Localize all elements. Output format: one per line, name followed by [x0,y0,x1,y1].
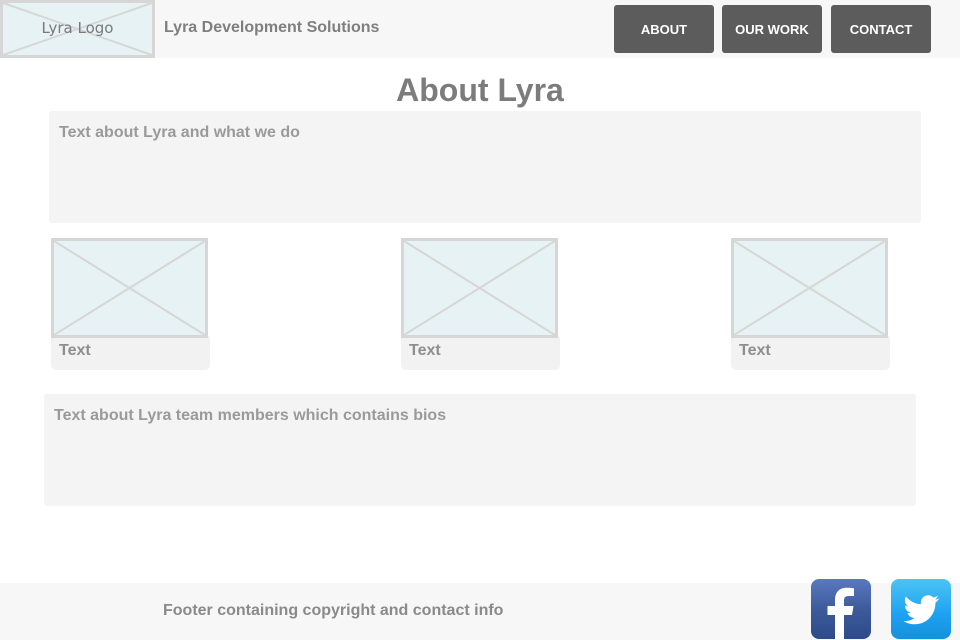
logo-placeholder[interactable]: Lyra Logo [0,0,155,58]
facebook-link[interactable] [811,579,871,639]
page-title: About Lyra [396,72,564,108]
nav-our-work-button[interactable]: OUR WORK [722,5,822,53]
footer-text: Footer containing copyright and contact … [163,602,504,619]
about-text-box: Text about Lyra and what we do [49,111,921,223]
facebook-icon [827,587,854,639]
logo-text: Lyra Logo [41,19,114,37]
card-image-placeholder [731,238,888,338]
image-placeholder-icon [404,241,555,335]
feature-card: Text [51,238,210,370]
team-text-box: Text about Lyra team members which conta… [44,394,916,506]
nav-contact-button[interactable]: CONTACT [831,5,931,53]
card-label: Text [401,334,560,370]
twitter-link[interactable] [891,579,951,639]
image-placeholder-icon [734,241,885,335]
card-label: Text [51,334,210,370]
card-image-placeholder [51,238,208,338]
feature-card: Text [731,238,890,370]
card-label: Text [731,334,890,370]
image-placeholder-icon [54,241,205,335]
nav-about-button[interactable]: ABOUT [614,5,714,53]
site-header: Lyra Logo Lyra Development Solutions ABO… [0,0,960,58]
card-image-placeholder [401,238,558,338]
company-name: Lyra Development Solutions [164,19,380,36]
twitter-icon [903,595,940,625]
feature-card: Text [401,238,560,370]
